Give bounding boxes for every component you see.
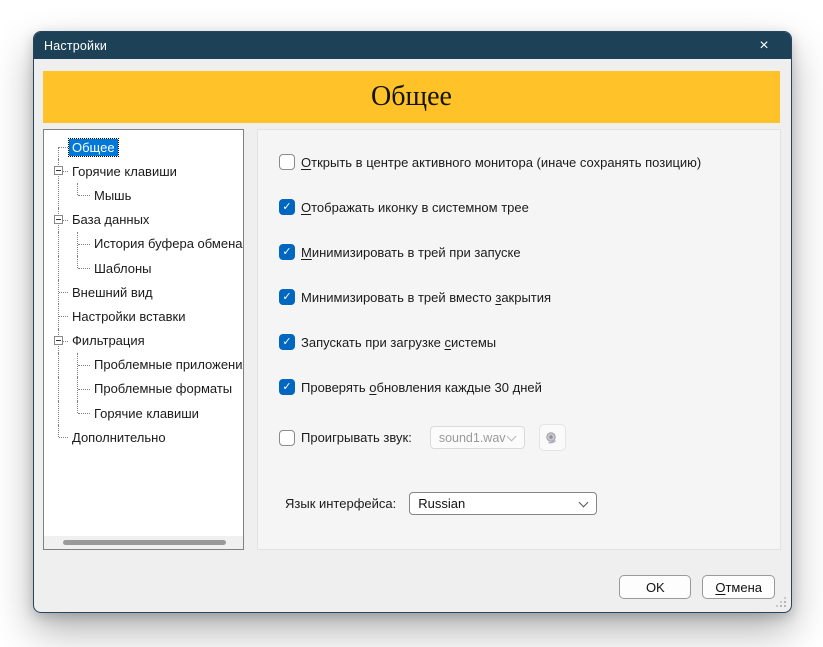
- tree-item[interactable]: Дополнительно: [50, 425, 243, 449]
- tree-item[interactable]: История буфера обмена: [50, 231, 243, 257]
- tree-item-label[interactable]: Горячие клавиши: [69, 163, 180, 180]
- play-sound-row: Проигрывать звук: sound1.wav: [279, 424, 760, 451]
- checkbox-label[interactable]: Проверять обновления каждые 30 дней: [301, 380, 542, 395]
- checkbox-row: ✓ Отображать иконку в системном трее: [279, 199, 760, 215]
- tree-item-label[interactable]: История буфера обмена: [91, 235, 243, 252]
- tree-item-label[interactable]: Проблемные приложения: [91, 356, 243, 373]
- tree-connector: [50, 159, 69, 184]
- checkbox-row: Открыть в центре активного монитора (ина…: [279, 154, 760, 170]
- checkbox-label[interactable]: Запускать при загрузке системы: [301, 335, 496, 350]
- tree-item[interactable]: Общее: [50, 135, 243, 160]
- resize-grip-icon[interactable]: [775, 596, 787, 608]
- tree-item[interactable]: База данных: [50, 207, 243, 232]
- tree-item[interactable]: Мышь: [50, 183, 243, 208]
- tree-item-label[interactable]: Шаблоны: [91, 260, 155, 277]
- tree-connector: [69, 183, 91, 207]
- tree-item[interactable]: Проблемные приложения: [50, 352, 243, 378]
- checkbox-row: ✓ Минимизировать в трей вместо закрытия: [279, 289, 760, 305]
- tree-connector: [50, 183, 69, 208]
- tree-connector: [69, 401, 91, 425]
- sound-file-select[interactable]: sound1.wav: [429, 426, 525, 449]
- tree-connector: [50, 352, 69, 378]
- page-title: Общее: [371, 81, 452, 112]
- window-title: Настройки: [44, 38, 108, 53]
- checkbox[interactable]: ✓: [279, 199, 295, 215]
- cancel-button[interactable]: Отмена: [702, 575, 775, 599]
- tree-connector: [50, 207, 69, 232]
- scrollbar-thumb[interactable]: [63, 540, 226, 545]
- tree-connector: [50, 231, 69, 257]
- tree-connector: [50, 255, 69, 281]
- sound-file-value: sound1.wav: [438, 430, 506, 445]
- checkbox-label[interactable]: Открыть в центре активного монитора (ина…: [301, 155, 701, 170]
- tree-item-label[interactable]: Мышь: [91, 187, 134, 204]
- checkbox-row: ✓ Минимизировать в трей при запуске: [279, 244, 760, 260]
- tree-connector: [69, 352, 91, 378]
- chevron-down-icon: [578, 497, 589, 507]
- tree-collapse-icon[interactable]: [54, 214, 63, 224]
- tree-item-label[interactable]: Горячие клавиши: [91, 405, 202, 422]
- tree-item-label[interactable]: Общее: [68, 137, 119, 157]
- checkbox-label[interactable]: Минимизировать в трей при запуске: [301, 245, 521, 260]
- tree-connector: [50, 304, 69, 329]
- tree-connector: [69, 255, 91, 280]
- titlebar: Настройки ×: [34, 32, 791, 59]
- checkbox-row: ✓ Проверять обновления каждые 30 дней: [279, 379, 760, 395]
- checkbox[interactable]: ✓: [279, 334, 295, 350]
- tree-collapse-icon[interactable]: [54, 166, 63, 176]
- checkbox[interactable]: ✓: [279, 244, 295, 260]
- tree-connector: [50, 376, 69, 402]
- tree-connector: [69, 231, 91, 257]
- speaker-icon: [546, 431, 557, 443]
- tree-item-label[interactable]: База данных: [69, 211, 152, 228]
- language-value: Russian: [418, 496, 466, 511]
- tree-connector: [50, 328, 69, 353]
- play-sound-button[interactable]: [538, 424, 566, 451]
- chevron-down-icon: [506, 431, 517, 441]
- tree-item[interactable]: Фильтрация: [50, 328, 243, 353]
- tree-item[interactable]: Горячие клавиши: [50, 159, 243, 184]
- tree-item[interactable]: Проблемные форматы: [50, 376, 243, 402]
- page-header: Общее: [43, 71, 780, 123]
- tree-connector: [50, 135, 69, 160]
- checkbox-row: ✓ Запускать при загрузке системы: [279, 334, 760, 350]
- tree-item-label[interactable]: Настройки вставки: [69, 308, 189, 325]
- checkbox[interactable]: [279, 154, 295, 170]
- settings-tree: Общее Горячие клавиши Мышь База данных Истор…: [43, 129, 244, 550]
- checkbox-label[interactable]: Отображать иконку в системном трее: [301, 200, 529, 215]
- tree-item[interactable]: Настройки вставки: [50, 304, 243, 329]
- tree-item-label[interactable]: Дополнительно: [69, 429, 169, 446]
- checkbox-list: Открыть в центре активного монитора (ина…: [279, 154, 760, 395]
- play-sound-checkbox[interactable]: [279, 429, 295, 446]
- settings-window: Настройки × Общее Общее Горячие клавиши Мы…: [33, 31, 792, 613]
- checkbox[interactable]: ✓: [279, 379, 295, 395]
- language-row: Язык интерфейса: Russian: [279, 492, 760, 515]
- tree-item[interactable]: Шаблоны: [50, 255, 243, 281]
- tree-item[interactable]: Внешний вид: [50, 280, 243, 305]
- close-icon[interactable]: ×: [747, 32, 781, 59]
- general-settings-panel: Открыть в центре активного монитора (ина…: [257, 129, 781, 550]
- tree-item-label[interactable]: Проблемные форматы: [91, 380, 235, 397]
- horizontal-scrollbar[interactable]: [44, 536, 243, 549]
- tree-item[interactable]: Горячие клавиши: [50, 401, 243, 426]
- tree-collapse-icon[interactable]: [54, 335, 63, 345]
- tree-connector: [50, 425, 69, 449]
- tree-connector: [69, 376, 91, 402]
- ok-button[interactable]: OK: [619, 575, 692, 599]
- dialog-footer: OK Отмена: [619, 575, 775, 599]
- language-label: Язык интерфейса:: [285, 496, 397, 511]
- tree-connector: [50, 280, 69, 305]
- play-sound-label[interactable]: Проигрывать звук:: [301, 430, 412, 445]
- tree-item-label[interactable]: Внешний вид: [69, 284, 156, 301]
- checkbox-label[interactable]: Минимизировать в трей вместо закрытия: [301, 290, 551, 305]
- tree-item-label[interactable]: Фильтрация: [69, 332, 148, 349]
- checkbox[interactable]: ✓: [279, 289, 295, 305]
- tree-connector: [50, 401, 69, 426]
- language-select[interactable]: Russian: [409, 492, 598, 515]
